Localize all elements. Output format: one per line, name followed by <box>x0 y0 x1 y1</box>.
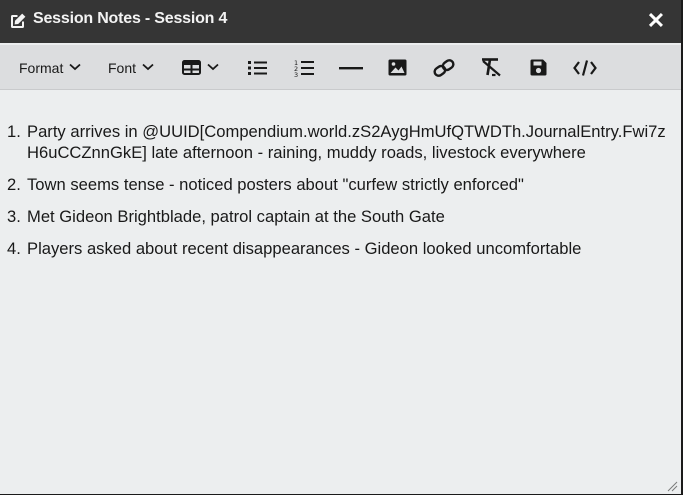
format-label: Format <box>19 59 64 76</box>
horizontal-rule-button[interactable] <box>339 45 363 90</box>
close-button[interactable]: ✕ <box>645 9 667 33</box>
note-item: 3. Met Gideon Brightblade, patrol captai… <box>7 206 671 227</box>
note-text: Town seems tense - noticed posters about… <box>27 175 524 194</box>
font-dropdown[interactable]: Font <box>108 45 154 90</box>
save-icon <box>530 59 547 76</box>
note-text: Players asked about recent disappearance… <box>27 239 582 258</box>
note-number: 2. <box>7 175 21 194</box>
note-item: 2. Town seems tense - noticed posters ab… <box>7 174 671 195</box>
insert-link-button[interactable] <box>432 45 456 90</box>
font-label: Font <box>108 59 137 76</box>
window-titlebar[interactable]: Session Notes - Session 4 ✕ <box>0 0 681 43</box>
table-icon <box>182 60 201 75</box>
notes-list: 1. Party arrives in @UUID[Compendium.wor… <box>7 121 671 270</box>
horizontal-rule-icon <box>339 66 363 70</box>
note-number: 3. <box>7 207 21 226</box>
table-dropdown[interactable] <box>182 45 219 90</box>
numbered-list-icon: 1 2 3 <box>294 59 314 77</box>
format-dropdown[interactable]: Format <box>19 45 81 90</box>
clear-formatting-icon <box>480 58 502 77</box>
clear-formatting-button[interactable] <box>480 45 502 90</box>
chevron-down-icon <box>69 63 81 71</box>
editor-content[interactable]: 1. Party arrives in @UUID[Compendium.wor… <box>0 91 681 491</box>
chevron-down-icon <box>142 63 154 71</box>
chevron-down-icon <box>207 63 219 71</box>
numbered-list-button[interactable]: 1 2 3 <box>294 45 314 90</box>
note-item: 4. Players asked about recent disappeara… <box>7 238 671 259</box>
note-text: Party arrives in @UUID[Compendium.world.… <box>27 122 666 162</box>
note-number: 4. <box>7 239 21 258</box>
edit-icon <box>9 12 27 30</box>
editor-toolbar: Format Font 1 2 3 <box>0 45 681 90</box>
save-button[interactable] <box>530 45 547 90</box>
note-text: Met Gideon Brightblade, patrol captain a… <box>27 207 445 226</box>
bullet-list-icon <box>248 60 267 76</box>
source-code-button[interactable] <box>573 45 597 90</box>
svg-text:3: 3 <box>294 71 298 77</box>
source-code-icon <box>573 59 597 77</box>
window-title: Session Notes - Session 4 <box>33 10 228 27</box>
link-icon <box>432 58 456 77</box>
note-number: 1. <box>7 122 21 141</box>
session-notes-window: Session Notes - Session 4 ✕ Format Font <box>0 0 683 495</box>
resize-handle-icon[interactable] <box>666 479 678 492</box>
image-icon <box>388 59 407 76</box>
bullet-list-button[interactable] <box>248 45 267 90</box>
note-item: 1. Party arrives in @UUID[Compendium.wor… <box>7 121 671 163</box>
insert-image-button[interactable] <box>388 45 407 90</box>
